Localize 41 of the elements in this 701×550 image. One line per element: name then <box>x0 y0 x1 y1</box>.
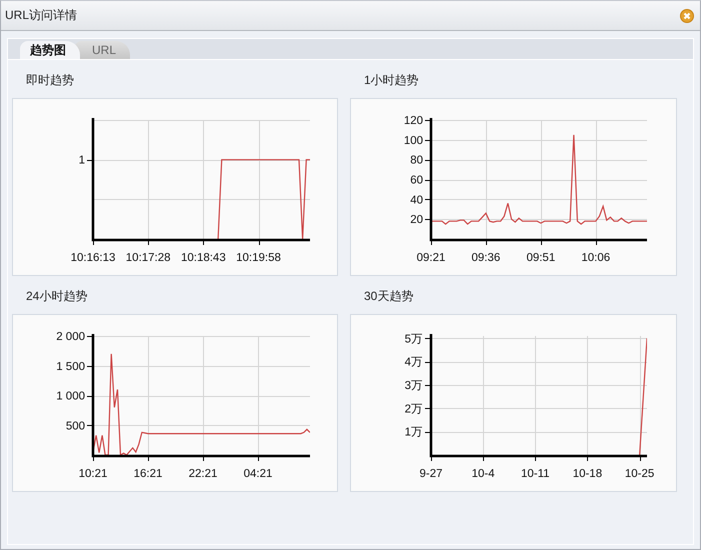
chart-title: 24小时趋势 <box>25 288 88 305</box>
axis-label: 09:21 <box>416 252 446 264</box>
axis-label: 10-25 <box>624 468 654 480</box>
chart-title: 1小时趋势 <box>363 72 420 89</box>
window-title: URL访问详情 <box>5 7 78 24</box>
axis-label: 100 <box>404 134 423 147</box>
axis-label: 500 <box>66 420 85 432</box>
axis-label: 120 <box>404 115 423 127</box>
axis-label: 10:19:58 <box>236 252 281 264</box>
axis-label: 2万 <box>404 403 423 416</box>
chart-title: 30天趋势 <box>363 288 414 305</box>
axis-label: 10:17:28 <box>126 252 171 264</box>
axis-label: 40 <box>410 194 423 206</box>
close-icon[interactable] <box>680 8 694 22</box>
tab[interactable]: 趋势图 <box>20 41 80 59</box>
axis-label: 5万 <box>404 333 423 346</box>
axis-label: 10-18 <box>572 468 602 480</box>
axis-label: 4万 <box>404 356 423 369</box>
chart-title: 即时趋势 <box>25 72 75 89</box>
axis-label: 22:21 <box>188 468 218 480</box>
axis-label: 10-11 <box>521 468 550 480</box>
axis-label: 10:06 <box>581 252 610 264</box>
tab[interactable]: URL <box>74 41 130 59</box>
axis-label: 10:21 <box>78 468 108 480</box>
axis-label: 9-27 <box>419 468 443 480</box>
axis-label: 10:16:13 <box>70 252 116 264</box>
axis-label: 10:18:43 <box>180 252 226 264</box>
axis-label: 1 <box>78 154 85 167</box>
axis-label: 60 <box>410 174 423 186</box>
axis-label: 16:21 <box>134 468 162 480</box>
axis-label: 10-4 <box>472 468 495 480</box>
axis-label: 80 <box>410 154 423 167</box>
axis-label: 09:51 <box>526 252 556 264</box>
axis-label: 1 000 <box>56 390 85 402</box>
axis-label: 20 <box>410 214 423 226</box>
axis-label: 09:36 <box>472 252 500 264</box>
axis-label: 3万 <box>404 380 423 392</box>
axis-label: 2 000 <box>56 331 85 343</box>
axis-label: 1 500 <box>56 360 85 373</box>
axis-label: 04:21 <box>244 468 272 480</box>
axis-label: 1万 <box>404 426 423 439</box>
